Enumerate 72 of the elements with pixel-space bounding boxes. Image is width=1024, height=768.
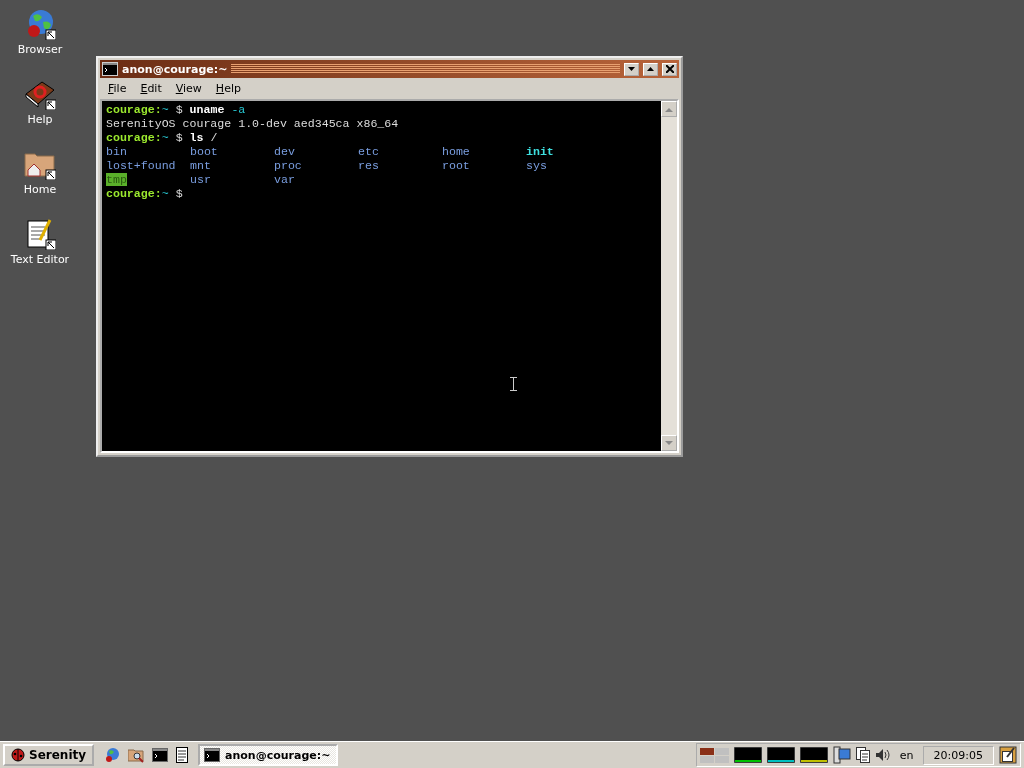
terminal-icon[interactable]: [152, 748, 169, 762]
file-name: proc: [274, 159, 302, 172]
icon-label[interactable]: Help: [27, 113, 53, 126]
caret-down-icon: [665, 440, 673, 446]
ladybug-icon: [11, 748, 25, 762]
terminal-text: courage:: [106, 187, 162, 201]
volume-icon[interactable]: [874, 748, 891, 762]
usage-graph[interactable]: [733, 747, 762, 763]
notepad-pencil-icon[interactable]: [999, 746, 1017, 764]
icon-label[interactable]: Home: [23, 183, 57, 196]
terminal-text: ~: [161, 131, 169, 145]
scroll-down-button[interactable]: [661, 435, 677, 451]
file-name: boot: [190, 145, 218, 158]
terminal-icon: [204, 748, 221, 762]
usage-graph[interactable]: [766, 747, 795, 763]
file-name: lost+found: [106, 159, 176, 172]
file-name: home: [442, 145, 470, 158]
notepad-icon[interactable]: [24, 218, 56, 250]
start-button[interactable]: Serenity: [3, 744, 95, 766]
terminal-text: $: [175, 187, 183, 201]
keymap-indicator[interactable]: en: [895, 748, 918, 762]
text-cursor-icon: [510, 377, 517, 391]
menu-item[interactable]: Edit: [140, 82, 162, 95]
icon-label[interactable]: Text Editor: [10, 253, 70, 266]
terminal-text: ls: [189, 131, 204, 145]
terminal-text: ~: [161, 103, 169, 117]
workspace-tile[interactable]: [714, 755, 729, 763]
terminal-text: ~: [161, 187, 169, 201]
notepad-icon[interactable]: [176, 747, 189, 763]
workspace-tile[interactable]: [699, 747, 714, 755]
caret-up-icon: [665, 106, 673, 112]
workspace-tile[interactable]: [714, 747, 729, 755]
clipboard-icon[interactable]: [855, 747, 870, 763]
workspace-tile[interactable]: [699, 755, 714, 763]
menu-item[interactable]: Help: [215, 82, 241, 95]
file-name: res: [358, 159, 379, 172]
file-name: var: [274, 173, 295, 186]
file-name: etc: [358, 145, 379, 158]
close-icon: [665, 65, 674, 73]
usage-graph[interactable]: [799, 747, 828, 763]
scrollbar[interactable]: [661, 101, 677, 451]
file-name: usr: [190, 173, 211, 186]
terminal-text: $: [175, 103, 183, 117]
terminal-text: uname: [189, 103, 225, 117]
file-name: tmp: [106, 173, 127, 186]
menu-item[interactable]: View: [175, 82, 202, 95]
close-button[interactable]: [662, 62, 677, 76]
terminal-text: /: [210, 131, 218, 145]
file-name: init: [526, 145, 554, 158]
terminal-text: SerenityOS courage 1.0-dev aed345ca x86_64: [106, 117, 399, 131]
minimize-button[interactable]: [624, 62, 639, 76]
menu-item[interactable]: File: [108, 82, 127, 95]
file-name: dev: [274, 145, 295, 158]
file-name: root: [442, 159, 470, 172]
network-icon[interactable]: [832, 746, 851, 764]
maximize-button[interactable]: [643, 62, 658, 76]
icon-label[interactable]: Browser: [17, 43, 63, 56]
file-name: bin: [106, 145, 127, 158]
terminal-text: $: [175, 131, 183, 145]
caret-down-icon: [627, 66, 636, 72]
caret-up-icon: [646, 66, 655, 72]
terminal-text: -a: [231, 103, 246, 117]
scroll-up-button[interactable]: [661, 101, 677, 117]
task-button[interactable]: anon@courage:~: [198, 744, 339, 766]
file-name: sys: [526, 159, 547, 172]
folder-search-icon[interactable]: [128, 747, 145, 763]
terminal-icon: [102, 62, 118, 76]
clock[interactable]: 20:09:05: [922, 745, 994, 765]
file-name: mnt: [190, 159, 211, 172]
terminal-text: courage:: [106, 103, 162, 117]
terminal-text: courage:: [106, 131, 162, 145]
window-title: anon@courage:~: [122, 62, 228, 76]
